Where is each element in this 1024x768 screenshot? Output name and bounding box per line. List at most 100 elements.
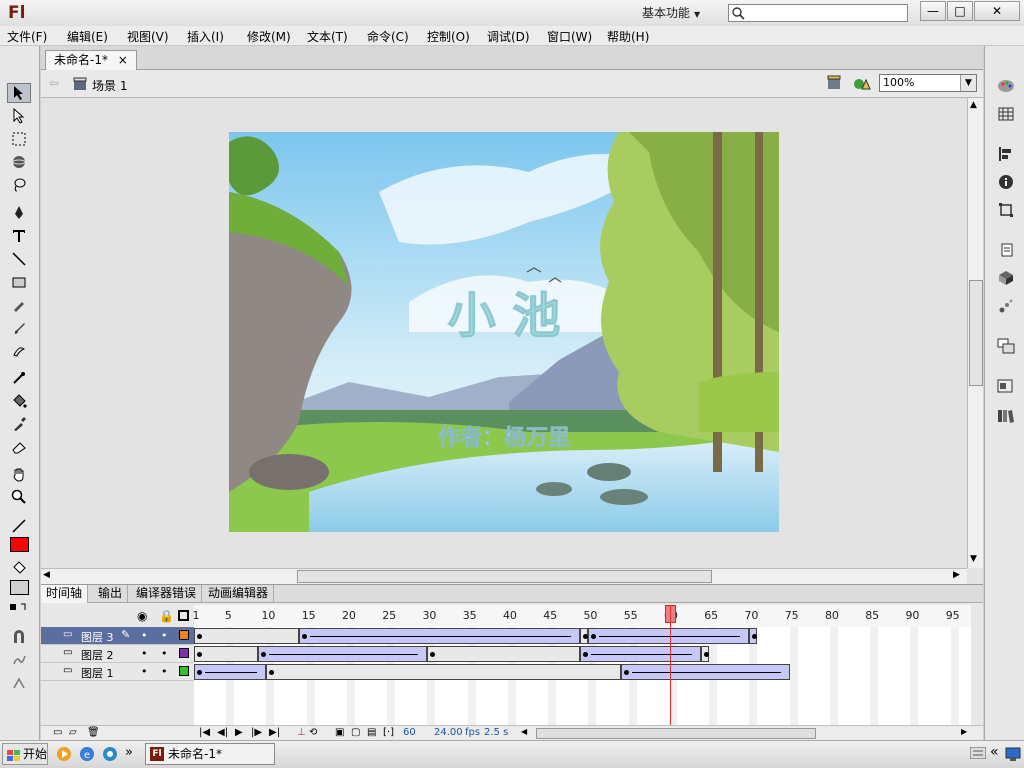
brush-tool-icon[interactable] xyxy=(7,318,31,338)
play-icon[interactable]: ▶ xyxy=(235,727,243,738)
layer-lock-dot[interactable]: • xyxy=(161,629,168,642)
scroll-up-icon[interactable]: ▲ xyxy=(970,100,977,110)
tab-output[interactable]: 输出 xyxy=(93,585,129,603)
menu-insert[interactable]: 插入(I) xyxy=(187,28,224,45)
code-snippets-icon[interactable] xyxy=(995,406,1017,426)
color-palette-icon[interactable] xyxy=(995,76,1017,96)
tween-span[interactable] xyxy=(258,646,428,662)
last-frame-icon[interactable]: ▶| xyxy=(269,727,280,738)
paint-bucket-tool-icon[interactable] xyxy=(7,391,31,411)
scroll-right-icon[interactable]: ▶ xyxy=(961,727,967,736)
menu-edit[interactable]: 编辑(E) xyxy=(67,28,108,45)
layer-name[interactable]: 图层 2 xyxy=(81,647,114,663)
info-icon[interactable] xyxy=(995,172,1017,192)
edit-scene-icon[interactable] xyxy=(827,75,845,94)
layer-outline-color[interactable] xyxy=(179,666,189,676)
3d-rotation-tool-icon[interactable] xyxy=(7,152,31,172)
fill-color-icon[interactable] xyxy=(7,558,31,578)
playhead-line[interactable] xyxy=(670,605,671,725)
tab-motion-editor[interactable]: 动画编辑器 xyxy=(203,585,275,603)
project-icon[interactable] xyxy=(995,376,1017,396)
bone-tool-icon[interactable] xyxy=(7,368,31,388)
scroll-left-icon[interactable]: ◀ xyxy=(43,570,50,580)
static-span[interactable] xyxy=(266,664,621,680)
browser-icon[interactable]: e xyxy=(79,746,95,765)
restore-button[interactable]: □ xyxy=(947,1,973,21)
snap-to-objects-icon[interactable] xyxy=(7,627,31,647)
lock-icon[interactable]: 🔒 xyxy=(159,609,174,623)
stage[interactable]: 小 池 作者：杨万里 xyxy=(229,132,779,532)
onion-markers-icon[interactable]: [·] xyxy=(383,727,394,738)
menu-file[interactable]: 文件(F) xyxy=(7,28,47,45)
eye-icon[interactable]: ◉ xyxy=(137,609,147,623)
motion-presets-icon[interactable] xyxy=(995,296,1017,316)
document-tab[interactable]: 未命名-1* × xyxy=(45,50,137,70)
layer-row[interactable]: ▭ 图层 2 • • xyxy=(41,645,194,663)
close-tab-icon[interactable]: × xyxy=(118,53,128,67)
layer-name[interactable]: 图层 3 xyxy=(81,629,114,645)
zoom-tool-icon[interactable] xyxy=(7,487,31,507)
rectangle-tool-icon[interactable] xyxy=(7,272,31,292)
layer-outline-color[interactable] xyxy=(179,630,189,640)
scene-label[interactable]: 场景 1 xyxy=(92,77,127,94)
frame-grid[interactable] xyxy=(194,627,971,725)
align-icon[interactable] xyxy=(995,144,1017,164)
layer-row[interactable]: ▭ 图层 3 ✎ • • xyxy=(41,627,194,645)
tween-span[interactable] xyxy=(580,646,702,662)
menu-control[interactable]: 控制(O) xyxy=(427,28,470,45)
scroll-down-icon[interactable]: ▼ xyxy=(970,554,977,564)
tween-span[interactable] xyxy=(298,628,581,644)
fill-color-swatch[interactable] xyxy=(10,580,29,595)
layer-lock-dot[interactable]: • xyxy=(161,665,168,678)
new-folder-icon[interactable]: ▱ xyxy=(69,727,77,738)
scroll-left-icon[interactable]: ◀ xyxy=(521,727,527,736)
horizontal-scrollbar[interactable]: ◀ ▶ xyxy=(41,568,967,584)
close-button[interactable]: ✕ xyxy=(974,1,1020,21)
layer-outline-color[interactable] xyxy=(179,648,189,658)
tray-expand-icon[interactable]: « xyxy=(990,744,999,760)
eyedropper-tool-icon[interactable] xyxy=(7,414,31,434)
hand-tool-icon[interactable] xyxy=(7,464,31,484)
previous-frame-icon[interactable]: ◀| xyxy=(217,727,228,738)
taskbar-item-flash[interactable]: Fl 未命名-1* xyxy=(145,743,275,765)
back-arrow-icon[interactable]: ⇦ xyxy=(49,76,59,90)
static-span[interactable] xyxy=(194,628,299,644)
timeline-scroll-thumb[interactable] xyxy=(536,728,816,739)
tab-compiler-errors[interactable]: 编译器错误 xyxy=(131,585,203,603)
network-icon[interactable] xyxy=(1005,746,1021,765)
vertical-scroll-thumb[interactable] xyxy=(969,280,983,386)
menu-help[interactable]: 帮助(H) xyxy=(607,28,649,45)
swatches-icon[interactable] xyxy=(995,104,1017,124)
center-frame-icon[interactable]: ⊥ xyxy=(297,727,306,738)
menu-modify[interactable]: 修改(M) xyxy=(247,28,291,45)
components-icon[interactable] xyxy=(995,268,1017,288)
deco-tool-icon[interactable] xyxy=(7,341,31,361)
menu-debug[interactable]: 调试(D) xyxy=(487,28,530,45)
layer-visible-dot[interactable]: • xyxy=(141,629,148,642)
stroke-color-swatch[interactable] xyxy=(10,537,29,552)
vertical-scrollbar[interactable]: ▲ ▼ xyxy=(967,98,983,568)
tab-timeline[interactable]: 时间轴 xyxy=(41,585,89,603)
workspace-switcher[interactable]: 基本功能 ▼ xyxy=(636,4,714,22)
static-span[interactable] xyxy=(194,646,259,662)
media-player-icon[interactable] xyxy=(56,746,72,765)
selection-tool-icon[interactable] xyxy=(7,83,31,103)
tween-span[interactable] xyxy=(620,664,790,680)
outline-icon[interactable] xyxy=(178,610,189,621)
layer-visible-dot[interactable]: • xyxy=(141,647,148,660)
frame-rate-value[interactable]: 24.00 xyxy=(434,727,463,738)
frame-ruler[interactable]: 15101520253035404550556065707580859095 xyxy=(193,605,971,627)
current-frame-value[interactable]: 60 xyxy=(403,727,416,738)
static-span[interactable] xyxy=(427,646,581,662)
straighten-icon[interactable] xyxy=(7,673,31,693)
onion-outlines-icon[interactable]: ▢ xyxy=(351,727,360,738)
scroll-right-icon[interactable]: ▶ xyxy=(953,570,960,580)
chevron-down-icon[interactable]: ▼ xyxy=(960,75,976,91)
loop-icon[interactable]: ⟲ xyxy=(309,727,317,738)
layer-name[interactable]: 图层 1 xyxy=(81,665,114,681)
next-frame-icon[interactable]: |▶ xyxy=(251,727,262,738)
tween-span[interactable] xyxy=(588,628,750,644)
subselection-tool-icon[interactable] xyxy=(7,106,31,126)
pen-tool-icon[interactable] xyxy=(7,203,31,223)
static-span[interactable] xyxy=(701,646,710,662)
